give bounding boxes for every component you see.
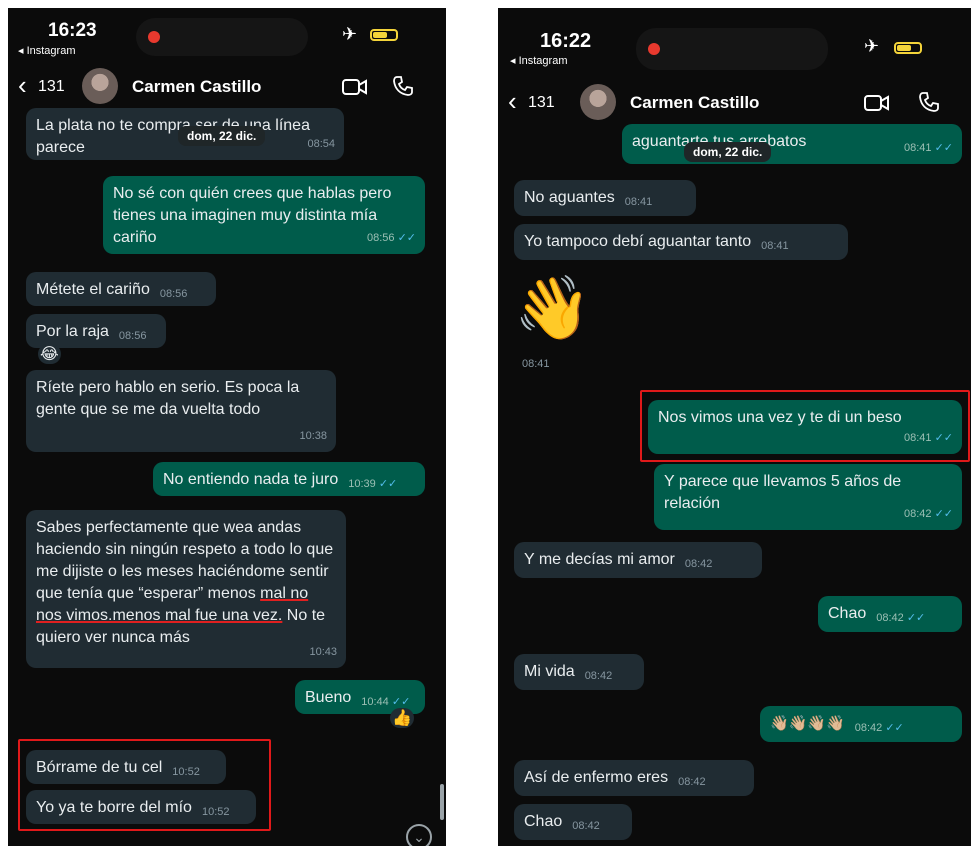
highlight-box — [640, 390, 970, 462]
waving-hand-sticker[interactable]: 👋 — [514, 278, 591, 340]
message-time: 08:41 — [761, 240, 789, 252]
back-to-instagram-link[interactable]: ◂ Instagram — [18, 44, 76, 57]
message-text: Chao — [524, 813, 563, 830]
message-time: 08:54 — [307, 138, 335, 150]
message-text: 👋🏼👋🏼👋🏼👋🏼 — [770, 715, 845, 732]
battery-icon — [370, 29, 398, 41]
unread-count: 131 — [528, 94, 555, 111]
message-time: 08:41 — [624, 196, 653, 208]
message-time: 08:42 — [572, 820, 600, 832]
dynamic-island — [136, 18, 308, 56]
message-outgoing[interactable]: Chao 08:42 ✓✓ — [818, 596, 962, 632]
message-incoming[interactable]: Ríete pero hablo en serio. Es poca la ge… — [26, 370, 336, 452]
battery-icon — [894, 42, 922, 54]
airplane-mode-icon: ✈ — [864, 36, 880, 56]
reaction-emoji[interactable]: 👍 — [390, 708, 414, 728]
voice-call-icon[interactable] — [392, 75, 414, 97]
video-call-icon[interactable] — [864, 94, 890, 112]
voice-call-icon[interactable] — [918, 91, 940, 113]
airplane-mode-icon: ✈ — [342, 24, 358, 44]
message-time: 08:41 — [522, 358, 550, 370]
message-time: 10:38 — [299, 430, 327, 442]
chat-screenshot-left: 16:23 ◂ Instagram ✈ ‹ 131 Carmen Castill… — [8, 8, 446, 846]
read-receipt-icon: ✓✓ — [397, 232, 416, 244]
avatar[interactable] — [580, 84, 616, 120]
message-text: Así de enfermo eres — [524, 769, 669, 786]
message-incoming[interactable]: Yo tampoco debí aguantar tanto 08:41 — [514, 224, 848, 260]
highlight-box — [18, 739, 271, 831]
dynamic-island — [636, 28, 828, 70]
message-text: Ríete pero hablo en serio. Es poca la ge… — [36, 379, 300, 418]
chat-screenshot-right: 16:22 ◂ Instagram ✈ ‹ 131 Carmen Castill… — [498, 8, 971, 846]
chat-header: ‹ 131 Carmen Castillo — [8, 66, 446, 106]
message-text: Por la raja — [36, 323, 109, 340]
message-time: 08:56 — [118, 330, 147, 342]
message-outgoing[interactable]: 👋🏼👋🏼👋🏼👋🏼 08:42 ✓✓ — [760, 706, 962, 742]
message-incoming[interactable]: Por la raja 08:56 — [26, 314, 166, 348]
message-text: La plata no te compra ser de una línea p… — [36, 117, 310, 156]
message-time: 08:42 — [684, 558, 713, 570]
message-time: 08:56 — [366, 232, 395, 244]
message-incoming[interactable]: Métete el cariño 08:56 — [26, 272, 216, 306]
status-bar: 16:23 ◂ Instagram ✈ — [8, 8, 446, 64]
message-outgoing[interactable]: No entiendo nada te juro 10:39 ✓✓ — [153, 462, 425, 496]
message-time: 08:42 — [678, 776, 706, 788]
reaction-emoji[interactable]: 😂 — [38, 344, 61, 364]
scrollbar[interactable] — [440, 784, 444, 820]
read-receipt-icon: ✓✓ — [934, 508, 953, 520]
contact-name[interactable]: Carmen Castillo — [132, 77, 261, 97]
message-text: Mi vida — [524, 663, 575, 680]
message-outgoing[interactable]: Y parece que llevamos 5 años de relación… — [654, 464, 962, 530]
message-text: No entiendo nada te juro — [163, 471, 339, 488]
message-time: 08:42 — [584, 670, 613, 682]
back-chevron-icon[interactable]: ‹ — [18, 72, 27, 98]
back-to-instagram-link[interactable]: ◂ Instagram — [510, 54, 568, 67]
status-bar: 16:22 ◂ Instagram ✈ — [498, 8, 971, 70]
message-text: Chao — [828, 605, 867, 622]
message-text: Bueno — [305, 689, 352, 706]
read-receipt-icon: ✓✓ — [391, 696, 411, 708]
back-chevron-icon[interactable]: ‹ — [508, 88, 517, 114]
unread-count: 131 — [38, 78, 65, 95]
chat-header: ‹ 131 Carmen Castillo — [498, 82, 971, 122]
message-incoming[interactable]: Y me decías mi amor 08:42 — [514, 542, 762, 578]
read-receipt-icon: ✓✓ — [906, 612, 926, 624]
date-separator: dom, 22 dic. — [684, 142, 772, 162]
video-call-icon[interactable] — [342, 78, 368, 96]
message-incoming[interactable]: Mi vida 08:42 — [514, 654, 644, 690]
message-outgoing[interactable]: aguantarte tus arrebatos 08:41 ✓✓ — [622, 124, 962, 164]
status-time: 16:23 — [48, 20, 97, 41]
message-time: 08:42 — [854, 722, 883, 734]
message-incoming[interactable]: No aguantes 08:41 — [514, 180, 696, 216]
message-outgoing[interactable]: No sé con quién crees que hablas pero ti… — [103, 176, 425, 254]
message-text: Métete el cariño — [36, 281, 150, 298]
avatar[interactable] — [82, 68, 118, 104]
read-receipt-icon: ✓✓ — [378, 478, 398, 490]
recording-dot-icon — [148, 31, 160, 43]
status-time: 16:22 — [540, 30, 592, 52]
recording-dot-icon — [648, 43, 660, 55]
message-time: 10:39 — [348, 478, 376, 490]
message-time: 08:41 — [903, 142, 932, 154]
message-text: Yo tampoco debí aguantar tanto — [524, 233, 752, 250]
message-text: Y parece que llevamos 5 años de relación — [664, 473, 902, 512]
read-receipt-icon: ✓✓ — [885, 722, 904, 734]
message-text: No aguantes — [524, 189, 615, 206]
message-text: Y me decías mi amor — [524, 551, 675, 568]
message-time: 10:43 — [309, 646, 337, 658]
message-time: 08:42 — [903, 508, 932, 520]
message-time: 10:44 — [361, 696, 389, 708]
date-separator: dom, 22 dic. — [178, 126, 266, 146]
message-incoming[interactable]: Sabes perfectamente que wea andas hacien… — [26, 510, 346, 668]
read-receipt-icon: ✓✓ — [934, 142, 953, 154]
message-text: No sé con quién crees que hablas pero ti… — [113, 185, 392, 246]
message-time: 08:42 — [876, 612, 904, 624]
scroll-to-bottom-button[interactable]: ⌄ — [406, 824, 432, 846]
message-time: 08:56 — [159, 288, 188, 300]
message-incoming[interactable]: Así de enfermo eres 08:42 — [514, 760, 754, 796]
contact-name[interactable]: Carmen Castillo — [630, 93, 759, 113]
message-incoming[interactable]: Chao 08:42 — [514, 804, 632, 840]
